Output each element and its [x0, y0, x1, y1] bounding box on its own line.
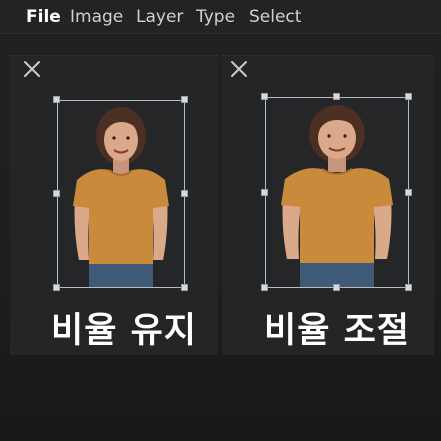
resize-handle-bottom-left[interactable] [261, 284, 268, 291]
photo-keep-ratio [57, 100, 185, 288]
menu-type[interactable]: Type [196, 6, 235, 28]
menu-layer[interactable]: Layer [136, 6, 183, 28]
resize-handle-top-left[interactable] [261, 93, 268, 100]
menu-bar: File Image Layer Type Select [0, 0, 441, 34]
resize-handle-bottom-center[interactable] [333, 284, 340, 291]
menu-image[interactable]: Image [70, 6, 123, 28]
resize-handle-middle-left[interactable] [53, 190, 60, 197]
resize-handle-top-right[interactable] [405, 93, 412, 100]
resize-handle-middle-right[interactable] [405, 189, 412, 196]
person-image [57, 100, 185, 288]
resize-handle-top-right[interactable] [181, 96, 188, 103]
person-image [265, 97, 409, 288]
resize-handle-top-left[interactable] [53, 96, 60, 103]
photo-adjust-ratio [265, 97, 409, 288]
close-icon[interactable] [229, 59, 249, 79]
menu-select[interactable]: Select [249, 6, 301, 28]
resize-handle-bottom-left[interactable] [53, 284, 60, 291]
resize-handle-bottom-right[interactable] [405, 284, 412, 291]
adjust-ratio-caption: 비율 조절 [264, 311, 410, 351]
keep-ratio-caption: 비율 유지 [51, 311, 197, 351]
menu-file[interactable]: File [26, 6, 61, 28]
close-icon[interactable] [22, 59, 42, 79]
resize-handle-middle-right[interactable] [181, 190, 188, 197]
resize-handle-middle-left[interactable] [261, 189, 268, 196]
resize-handle-top-center[interactable] [333, 93, 340, 100]
resize-handle-bottom-right[interactable] [181, 284, 188, 291]
